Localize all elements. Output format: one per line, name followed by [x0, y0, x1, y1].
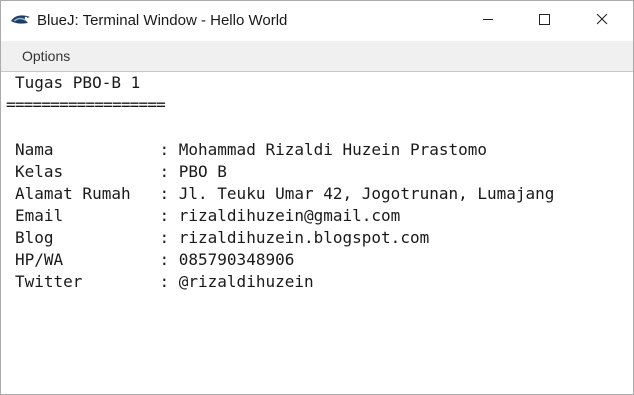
output-line-alamat: Alamat Rumah : Jl. Teuku Umar 42, Jogotr… [15, 184, 555, 203]
close-button[interactable] [579, 1, 625, 41]
terminal-window: BlueJ: Terminal Window - Hello World Opt… [0, 0, 634, 395]
output-line-kelas: Kelas : PBO B [15, 162, 227, 181]
output-line-hpwa: HP/WA : 085790348906 [15, 250, 295, 269]
minimize-button[interactable] [465, 1, 511, 41]
output-line-email: Email : rizaldihuzein@gmail.com [15, 206, 401, 225]
close-icon [596, 12, 608, 30]
menu-options[interactable]: Options [13, 41, 79, 71]
title-bar[interactable]: BlueJ: Terminal Window - Hello World [1, 1, 633, 41]
output-separator: ================== [6, 95, 166, 114]
minimize-icon [482, 12, 494, 30]
menu-bar: Options [1, 41, 633, 72]
terminal-output[interactable]: Tugas PBO-B 1 ================== Nama : … [1, 72, 633, 394]
maximize-icon [538, 12, 550, 30]
bluej-bird-icon [10, 11, 32, 29]
output-heading: Tugas PBO-B 1 [15, 73, 141, 92]
window-title: BlueJ: Terminal Window - Hello World [37, 12, 288, 29]
output-line-blog: Blog : rizaldihuzein.blogspot.com [15, 228, 430, 247]
output-line-nama: Nama : Mohammad Rizaldi Huzein Prastomo [15, 140, 488, 159]
maximize-button[interactable] [521, 1, 567, 41]
output-line-twitter: Twitter : @rizaldihuzein [15, 272, 314, 291]
